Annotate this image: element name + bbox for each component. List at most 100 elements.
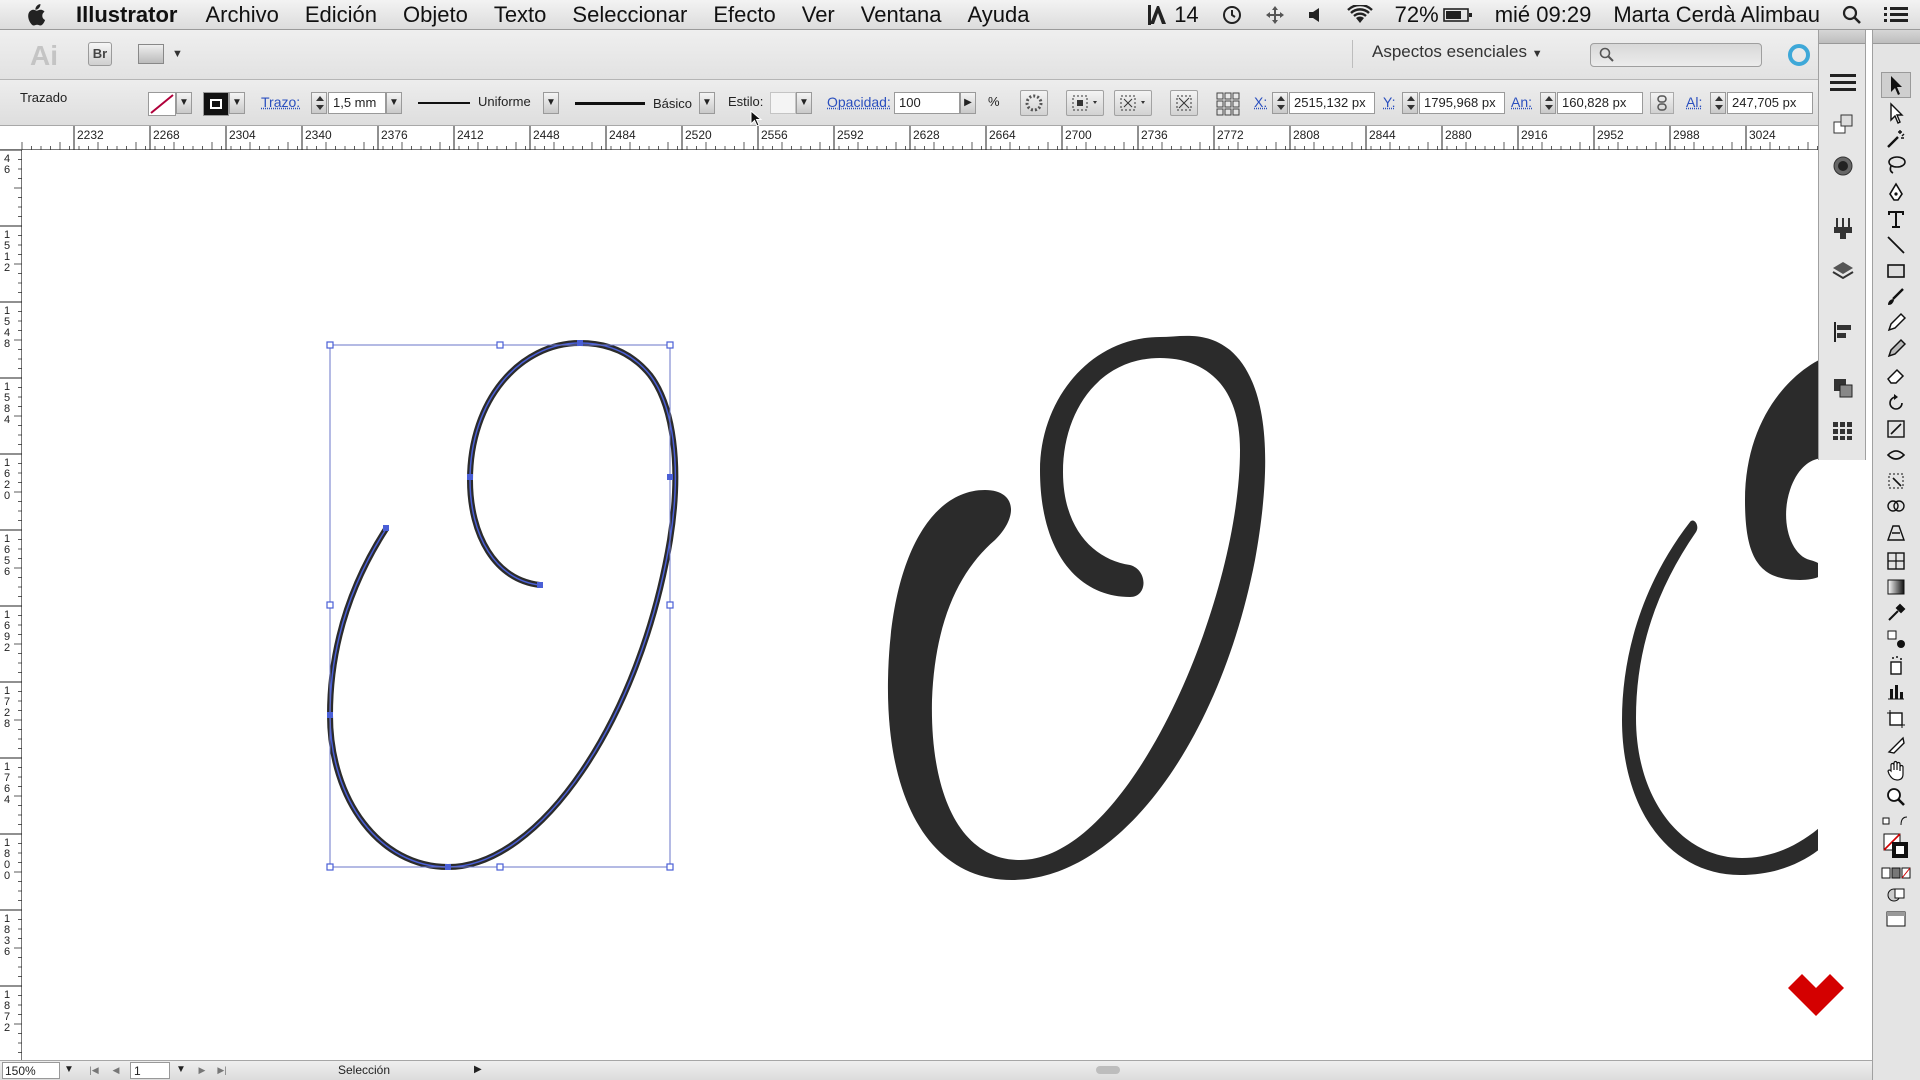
rotate-tool-icon[interactable] [1881, 390, 1911, 416]
panel-menu-icon[interactable] [1829, 68, 1857, 96]
spotlight-search-icon[interactable] [1842, 5, 1862, 25]
go-to-bridge-button[interactable]: Br [88, 42, 112, 66]
selection-tool-icon[interactable] [1881, 72, 1911, 98]
stroke-stepper[interactable] [311, 92, 327, 114]
artboard-number-input[interactable]: 1 [130, 1062, 170, 1079]
profile-label[interactable]: Uniforme [478, 94, 531, 109]
calligraphic-glyph-filled[interactable] [887, 335, 1266, 881]
direct-selection-tool-icon[interactable] [1881, 100, 1911, 126]
opacity-input[interactable]: 100 [894, 92, 960, 114]
paintbrush-tool-icon[interactable] [1881, 284, 1911, 310]
blend-tool-icon[interactable] [1881, 626, 1911, 652]
stroke-label[interactable]: Trazo: [261, 94, 300, 110]
vertical-ruler[interactable]: 46 1512 1548 1584 1620 1656 1692 1728 1764 1800 18… [0, 149, 22, 1060]
artboard-canvas[interactable] [22, 150, 1818, 1060]
width-input[interactable]: 160,828 px [1557, 92, 1643, 114]
bounding-box[interactable] [326, 340, 674, 871]
brush-label[interactable]: Básico [653, 96, 692, 111]
width-stepper[interactable] [1540, 92, 1556, 114]
fill-stroke-swatches[interactable] [1881, 830, 1911, 862]
height-stepper[interactable] [1710, 92, 1726, 114]
hand-tool-icon[interactable] [1881, 758, 1911, 784]
x-stepper[interactable] [1272, 92, 1288, 114]
x-position-input[interactable]: 2515,132 px [1289, 92, 1375, 114]
status-menu-arrow[interactable]: ▶ [474, 1062, 482, 1079]
menu-clock[interactable]: mié 09:29 [1495, 2, 1592, 28]
menu-ventana[interactable]: Ventana [861, 2, 942, 28]
mesh-tool-icon[interactable] [1881, 548, 1911, 574]
transform-panel-icon[interactable] [1829, 110, 1857, 138]
selected-path[interactable] [326, 339, 679, 871]
line-segment-tool-icon[interactable] [1881, 232, 1911, 258]
apple-menu-icon[interactable] [24, 3, 54, 27]
first-artboard-button[interactable]: |◀ [86, 1062, 102, 1079]
stroke-weight-dropdown[interactable]: ▼ [386, 92, 402, 114]
fill-dropdown[interactable]: ▼ [176, 92, 192, 114]
menu-edicion[interactable]: Edición [305, 2, 377, 28]
calligraphic-glyph-partial-bowl[interactable] [1745, 355, 1818, 580]
align-selection-button[interactable] [1066, 90, 1104, 116]
pathfinder-panel-icon[interactable] [1829, 374, 1857, 402]
brush-preview[interactable] [575, 102, 645, 105]
slice-tool-icon[interactable] [1881, 732, 1911, 758]
layers-panel-icon[interactable] [1829, 256, 1857, 284]
variable-width-profile-preview[interactable] [418, 102, 470, 104]
stroke-weight-input[interactable]: 1,5 mm [328, 92, 386, 114]
move-arrows-icon[interactable] [1265, 5, 1285, 25]
artboard-dropdown[interactable]: ▼ [174, 1062, 188, 1079]
y-position-input[interactable]: 1795,968 px [1419, 92, 1505, 114]
next-artboard-button[interactable]: ▶ [194, 1062, 210, 1079]
perspective-grid-tool-icon[interactable] [1881, 520, 1911, 546]
swatches-panel-icon[interactable] [1829, 416, 1857, 444]
wifi-icon[interactable] [1346, 5, 1373, 25]
help-search-input[interactable] [1590, 43, 1762, 67]
arrange-documents-button[interactable] [138, 44, 164, 64]
align-panel-icon[interactable] [1829, 318, 1857, 346]
last-artboard-button[interactable]: ▶| [214, 1062, 230, 1079]
pencil-tool-icon[interactable] [1881, 310, 1911, 336]
recolor-artwork-button[interactable] [1020, 90, 1048, 116]
opacity-label[interactable]: Opacidad: [827, 94, 891, 110]
graphic-style-dropdown[interactable]: ▼ [796, 92, 812, 114]
battery-status[interactable]: 72% [1395, 2, 1473, 28]
menu-archivo[interactable]: Archivo [205, 2, 278, 28]
height-label[interactable]: Al: [1686, 94, 1702, 110]
artboard-tool-icon[interactable] [1881, 706, 1911, 732]
menu-user-name[interactable]: Marta Cerdà Alimbau [1613, 2, 1820, 28]
drawing-mode-icon[interactable] [1881, 884, 1911, 906]
x-label[interactable]: X: [1254, 94, 1267, 110]
appearance-panel-icon[interactable] [1829, 152, 1857, 180]
horizontal-ruler[interactable]: 2232 2268 2304 2340 2376 2412 2448 2484 2520 2556… [0, 126, 1818, 150]
shape-builder-tool-icon[interactable] [1881, 494, 1911, 520]
menu-ayuda[interactable]: Ayuda [968, 2, 1030, 28]
pen-tool-icon[interactable] [1881, 180, 1911, 206]
gradient-tool-icon[interactable] [1881, 574, 1911, 600]
scale-tool-icon[interactable] [1881, 416, 1911, 442]
default-swap-colors-icon[interactable] [1881, 812, 1911, 830]
free-transform-tool-icon[interactable] [1881, 468, 1911, 494]
constrain-proportions-icon[interactable] [1650, 92, 1674, 114]
time-machine-icon[interactable] [1221, 4, 1243, 26]
zoom-level-input[interactable]: 150% [2, 1062, 60, 1079]
menu-app-name[interactable]: Illustrator [76, 2, 177, 28]
column-graph-tool-icon[interactable] [1881, 678, 1911, 704]
workspace-switcher[interactable]: Aspectos esenciales ▼ [1372, 42, 1543, 62]
eyedropper-tool-icon[interactable] [1881, 600, 1911, 626]
width-tool-icon[interactable] [1881, 442, 1911, 468]
reference-point-icon[interactable] [1214, 90, 1242, 116]
notification-center-icon[interactable] [1884, 6, 1908, 24]
horizontal-scrollbar-thumb[interactable] [1096, 1066, 1120, 1074]
menu-seleccionar[interactable]: Seleccionar [572, 2, 687, 28]
menu-texto[interactable]: Texto [494, 2, 547, 28]
menu-objeto[interactable]: Objeto [403, 2, 468, 28]
symbol-sprayer-tool-icon[interactable] [1881, 652, 1911, 678]
y-stepper[interactable] [1402, 92, 1418, 114]
rectangle-tool-icon[interactable] [1881, 258, 1911, 284]
menu-ver[interactable]: Ver [802, 2, 835, 28]
stroke-dropdown[interactable]: ▼ [229, 92, 245, 114]
tools-panel-header[interactable] [1873, 30, 1920, 44]
eraser-tool-icon[interactable] [1881, 362, 1911, 388]
chevron-down-icon[interactable]: ▼ [172, 48, 183, 60]
previous-artboard-button[interactable]: ◀ [108, 1062, 124, 1079]
transform-button[interactable] [1170, 90, 1198, 116]
